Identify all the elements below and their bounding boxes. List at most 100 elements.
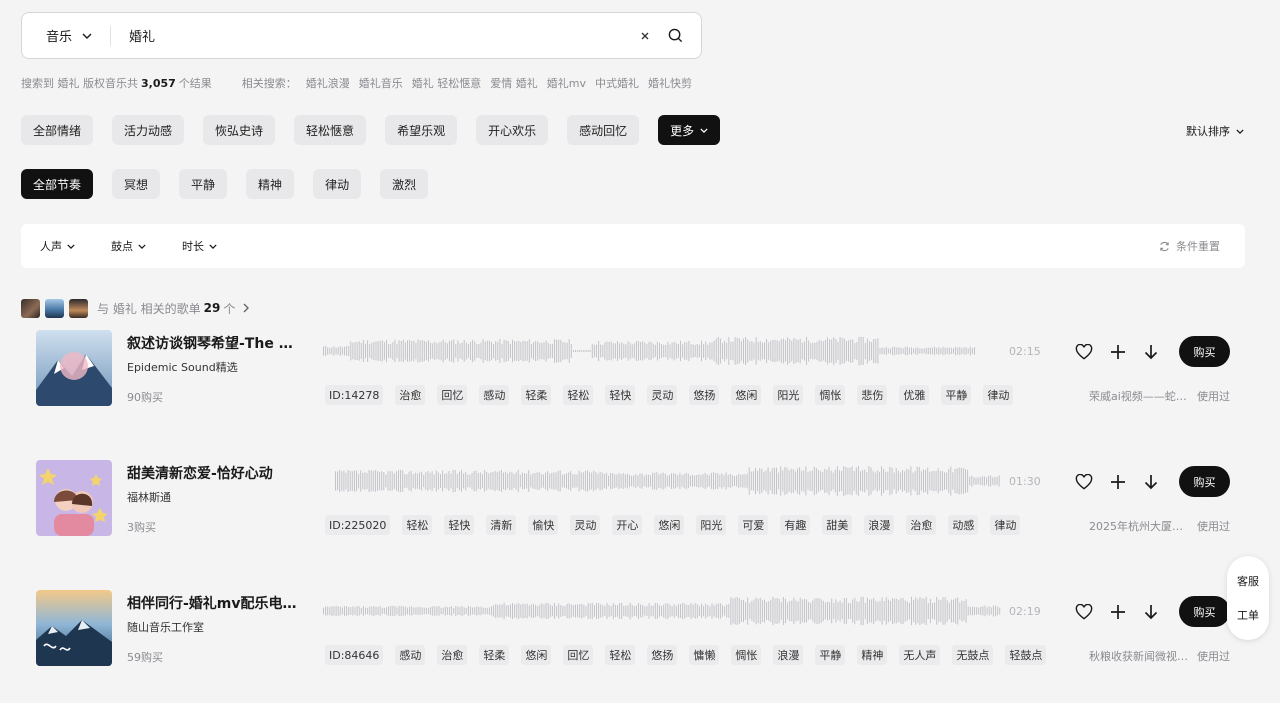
track-tag[interactable]: 悠闲	[654, 515, 685, 535]
rhythm-chip[interactable]: 全部节奏	[21, 169, 94, 199]
track-artist[interactable]: Epidemic Sound精选	[127, 359, 238, 375]
mood-chip[interactable]: 轻松惬意	[294, 115, 367, 145]
track-tag[interactable]: 感动	[479, 385, 510, 405]
track-title[interactable]: 甜美清新恋爱-恰好心动	[127, 463, 297, 483]
track-tag[interactable]: 轻柔	[479, 645, 510, 665]
add-icon[interactable]	[1108, 472, 1128, 492]
track-tag[interactable]: 治愈	[437, 645, 468, 665]
related-search-link[interactable]: 婚礼mv	[547, 75, 586, 91]
track-tag[interactable]: 治愈	[395, 385, 426, 405]
mood-chip[interactable]: 全部情绪	[21, 115, 94, 145]
track-id-tag[interactable]: ID:84646	[325, 645, 384, 665]
track-tag[interactable]: 清新	[486, 515, 517, 535]
rhythm-chip[interactable]: 激烈	[380, 169, 429, 199]
waveform[interactable]	[323, 336, 978, 366]
track-tag[interactable]: 愉快	[528, 515, 559, 535]
mood-chip[interactable]: 活力动感	[112, 115, 185, 145]
track-tag[interactable]: 阳光	[773, 385, 804, 405]
track-tag[interactable]: 平静	[941, 385, 972, 405]
waveform[interactable]	[323, 596, 1003, 626]
track-cover[interactable]	[36, 590, 112, 666]
track-tag[interactable]: 无鼓点	[952, 645, 994, 665]
download-icon[interactable]	[1141, 342, 1161, 362]
track-id-tag[interactable]: ID:225020	[325, 515, 391, 535]
related-search-link[interactable]: 爱情 婚礼	[490, 75, 538, 91]
waveform[interactable]	[335, 466, 1001, 496]
heart-icon[interactable]	[1074, 472, 1094, 492]
mood-chip[interactable]: 恢弘史诗	[203, 115, 276, 145]
track-tag[interactable]: 悠闲	[521, 645, 552, 665]
search-category-select[interactable]: 音乐	[22, 25, 111, 46]
mood-chip[interactable]: 开心欢乐	[476, 115, 549, 145]
track-tag[interactable]: 回忆	[437, 385, 468, 405]
buy-button[interactable]: 购买	[1179, 596, 1230, 627]
add-icon[interactable]	[1108, 342, 1128, 362]
track-tag[interactable]: 慵懒	[689, 645, 720, 665]
ticket-button[interactable]: 工单	[1237, 607, 1259, 623]
search-icon[interactable]	[665, 26, 685, 46]
related-playlists-link[interactable]: 与 婚礼 相关的歌单 29 个	[21, 298, 250, 318]
mood-chip[interactable]: 感动回忆	[567, 115, 640, 145]
download-icon[interactable]	[1141, 602, 1161, 622]
track-tag[interactable]: 惆怅	[815, 385, 846, 405]
related-search-link[interactable]: 婚礼 轻松惬意	[412, 75, 482, 91]
track-tag[interactable]: 开心	[612, 515, 643, 535]
track-tag[interactable]: 回忆	[563, 645, 594, 665]
add-icon[interactable]	[1108, 602, 1128, 622]
filter-dropdown[interactable]: 时长	[182, 238, 217, 254]
customer-service-button[interactable]: 客服	[1237, 573, 1259, 589]
track-tag[interactable]: 动感	[948, 515, 979, 535]
track-tag[interactable]: 灵动	[647, 385, 678, 405]
track-tag[interactable]: 轻松	[563, 385, 594, 405]
filter-dropdown[interactable]: 人声	[40, 238, 75, 254]
mood-chip[interactable]: 希望乐观	[385, 115, 458, 145]
filter-dropdown[interactable]: 鼓点	[111, 238, 146, 254]
sort-select[interactable]: 默认排序	[1186, 123, 1244, 139]
track-tag[interactable]: 悠扬	[647, 645, 678, 665]
heart-icon[interactable]	[1074, 602, 1094, 622]
track-tag[interactable]: 律动	[983, 385, 1014, 405]
track-tag[interactable]: 平静	[815, 645, 846, 665]
track-tag[interactable]: 灵动	[570, 515, 601, 535]
buy-button[interactable]: 购买	[1179, 336, 1230, 367]
download-icon[interactable]	[1141, 472, 1161, 492]
clear-icon[interactable]	[637, 28, 653, 44]
rhythm-chip[interactable]: 精神	[246, 169, 295, 199]
track-tag[interactable]: 悠扬	[689, 385, 720, 405]
track-title[interactable]: 相伴同行-婚礼mv配乐电影感	[127, 593, 297, 613]
related-search-link[interactable]: 中式婚礼	[595, 75, 639, 91]
track-tag[interactable]: 精神	[857, 645, 888, 665]
track-tag[interactable]: 感动	[395, 645, 426, 665]
track-tag[interactable]: 轻鼓点	[1005, 645, 1047, 665]
track-tag[interactable]: 轻柔	[521, 385, 552, 405]
related-search-link[interactable]: 婚礼音乐	[359, 75, 403, 91]
track-artist[interactable]: 随山音乐工作室	[127, 619, 204, 635]
track-cover[interactable]	[36, 460, 112, 536]
track-tag[interactable]: 悲伤	[857, 385, 888, 405]
track-tag[interactable]: 轻快	[444, 515, 475, 535]
track-tag[interactable]: 优雅	[899, 385, 930, 405]
track-tag[interactable]: 甜美	[822, 515, 853, 535]
track-tag[interactable]: 轻松	[605, 645, 636, 665]
related-search-link[interactable]: 婚礼浪漫	[306, 75, 350, 91]
track-tag[interactable]: 悠闲	[731, 385, 762, 405]
track-tag[interactable]: 轻快	[605, 385, 636, 405]
more-moods-button[interactable]: 更多	[658, 115, 721, 145]
track-id-tag[interactable]: ID:14278	[325, 385, 384, 405]
buy-button[interactable]: 购买	[1179, 466, 1230, 497]
track-tag[interactable]: 有趣	[780, 515, 811, 535]
track-tag[interactable]: 浪漫	[864, 515, 895, 535]
track-tag[interactable]: 无人声	[899, 645, 941, 665]
track-cover[interactable]	[36, 330, 112, 406]
heart-icon[interactable]	[1074, 342, 1094, 362]
track-tag[interactable]: 阳光	[696, 515, 727, 535]
rhythm-chip[interactable]: 平静	[179, 169, 228, 199]
track-tag[interactable]: 律动	[990, 515, 1021, 535]
rhythm-chip[interactable]: 律动	[313, 169, 362, 199]
related-search-link[interactable]: 婚礼快剪	[648, 75, 692, 91]
track-tag[interactable]: 浪漫	[773, 645, 804, 665]
track-tag[interactable]: 轻松	[402, 515, 433, 535]
search-input[interactable]: 婚礼	[111, 26, 637, 45]
track-artist[interactable]: 福林斯通	[127, 489, 171, 505]
track-tag[interactable]: 可爱	[738, 515, 769, 535]
